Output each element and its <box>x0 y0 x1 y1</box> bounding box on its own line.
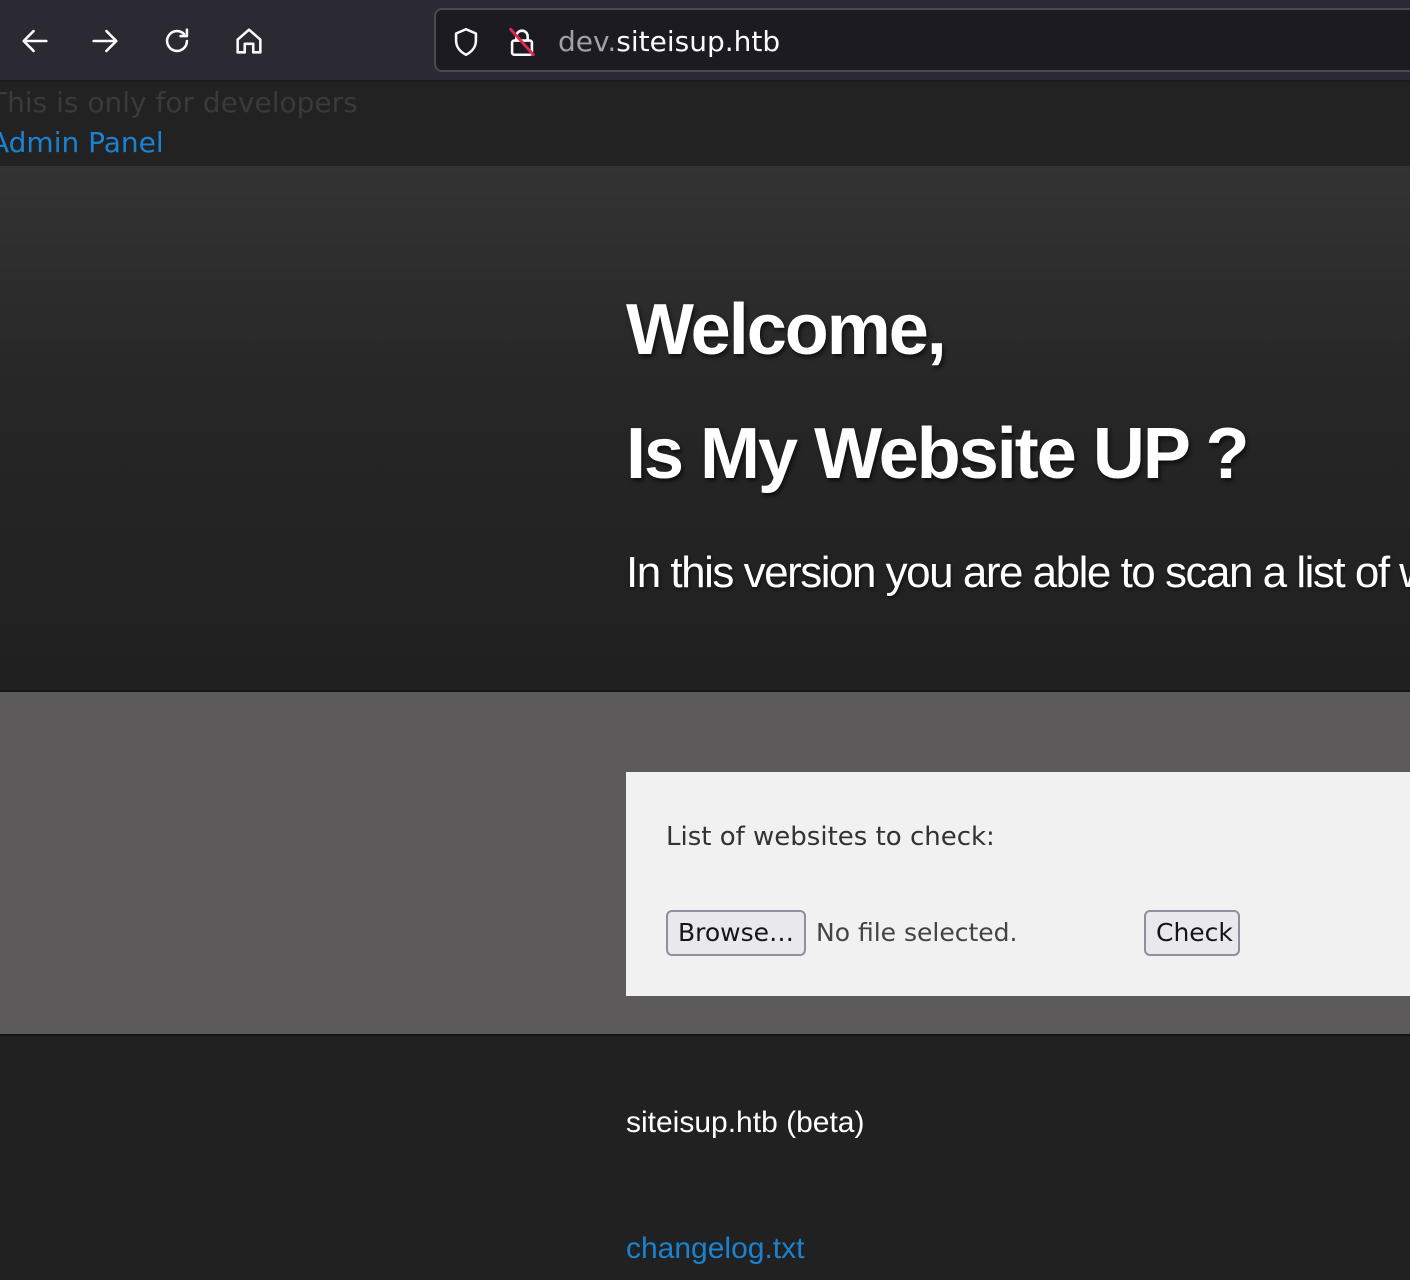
shield-icon[interactable] <box>448 24 484 60</box>
dev-banner: This is only for developers Admin Panel <box>0 82 1410 166</box>
url-subdomain: dev. <box>558 25 617 58</box>
back-arrow-icon <box>22 29 48 53</box>
hero-section: Welcome, Is My Website UP ? In this vers… <box>0 166 1410 692</box>
reload-button[interactable] <box>154 18 200 64</box>
hero-subtitle: In this version you are able to scan a l… <box>626 548 1410 597</box>
home-icon <box>236 28 262 54</box>
changelog-link[interactable]: changelog.txt <box>626 1230 804 1268</box>
browser-toolbar: dev.siteisup.htb <box>0 0 1410 82</box>
check-button[interactable]: Check <box>1144 910 1240 956</box>
url-bar[interactable]: dev.siteisup.htb <box>434 8 1410 72</box>
hero-title-line-2: Is My Website UP ? <box>626 414 1250 494</box>
reload-icon <box>165 28 189 53</box>
upload-form: List of websites to check: Browse… No fi… <box>626 772 1410 996</box>
footer: siteisup.htb (beta) changelog.txt <box>0 1036 1410 1280</box>
url-text[interactable]: dev.siteisup.htb <box>558 24 780 60</box>
forward-button[interactable] <box>82 18 128 64</box>
forward-arrow-icon <box>92 29 118 53</box>
upload-section: List of websites to check: Browse… No fi… <box>0 692 1410 1036</box>
insecure-lock-icon[interactable] <box>504 24 540 60</box>
file-status-text: No file selected. <box>816 918 1018 947</box>
admin-panel-link[interactable]: Admin Panel <box>0 126 164 160</box>
websites-list-label: List of websites to check: <box>666 822 995 852</box>
browse-button[interactable]: Browse… <box>666 910 806 956</box>
hero-title-line-1: Welcome, <box>626 290 947 370</box>
footer-brand: siteisup.htb (beta) <box>626 1106 865 1139</box>
home-button[interactable] <box>226 18 272 64</box>
url-domain: siteisup.htb <box>616 25 781 58</box>
back-button[interactable] <box>12 18 58 64</box>
developer-note: This is only for developers <box>0 86 358 119</box>
